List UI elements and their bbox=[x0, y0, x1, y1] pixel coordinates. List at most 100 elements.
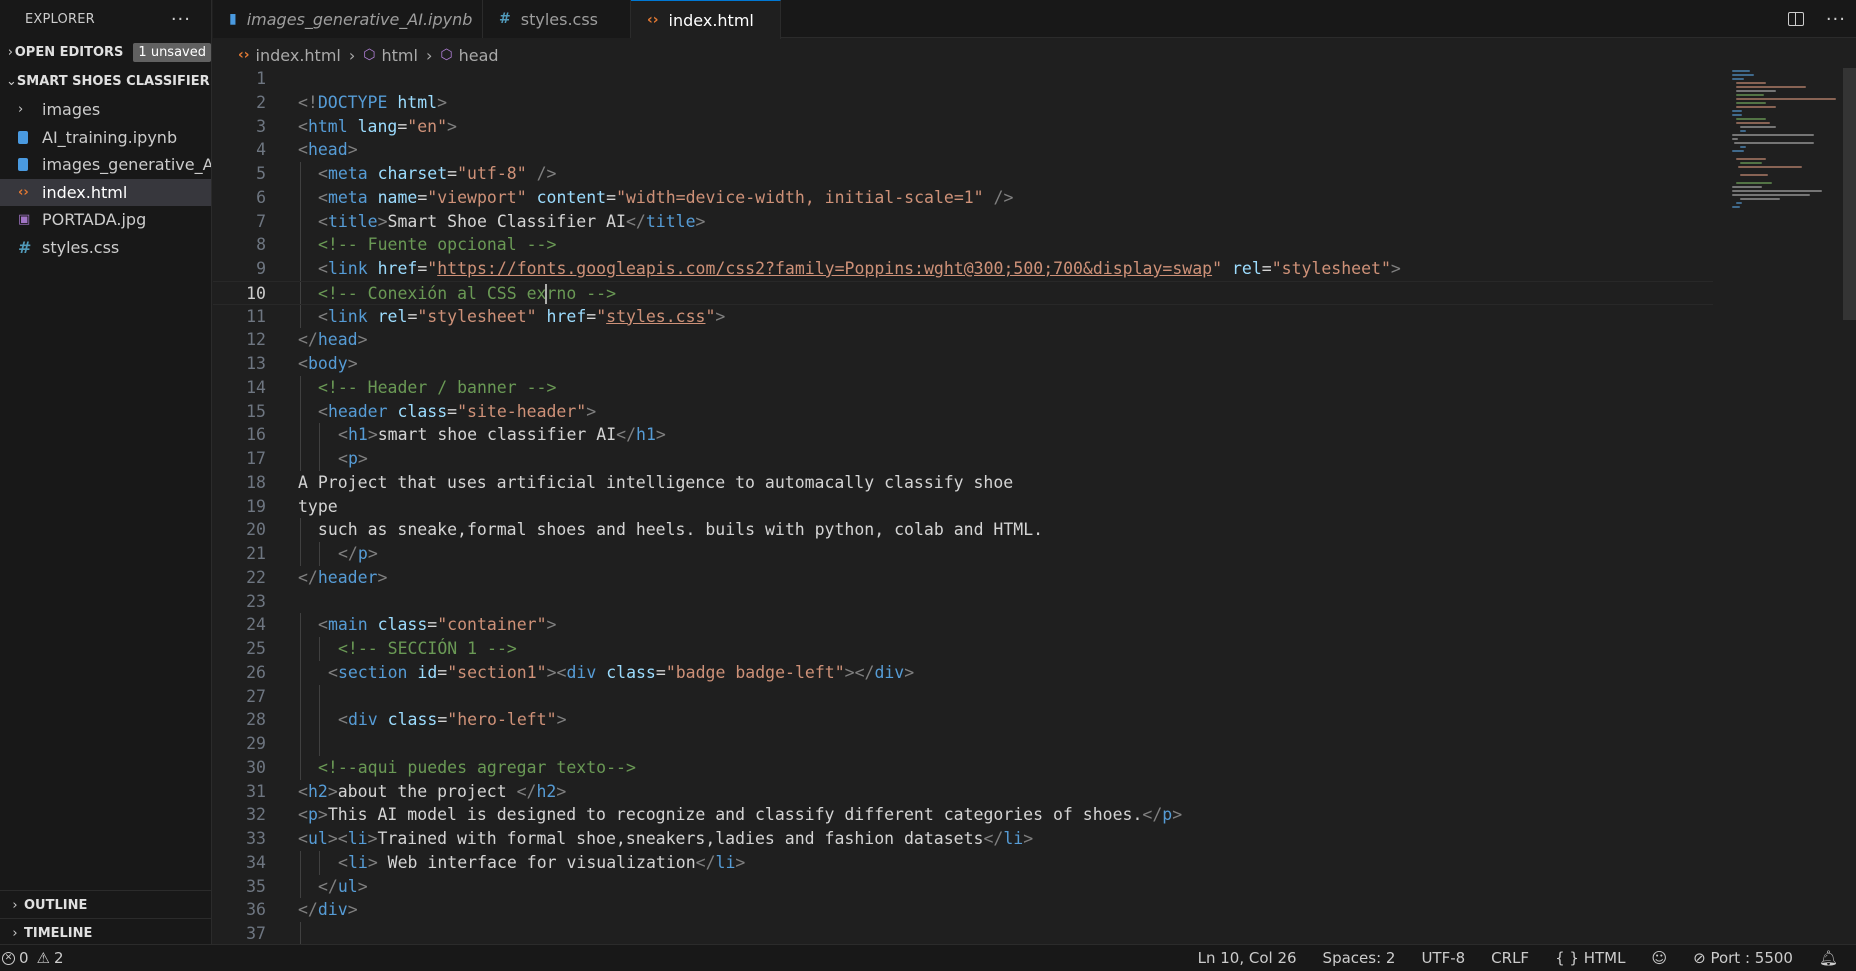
code-text: <body> bbox=[298, 354, 358, 373]
indentation[interactable]: Spaces: 2 bbox=[1323, 949, 1396, 967]
code-text: <link rel="stylesheet" href="styles.css"… bbox=[318, 306, 726, 326]
tree-file-ai-training[interactable]: AI_training.ipynb bbox=[0, 124, 211, 152]
code-line: 29 bbox=[213, 732, 1713, 756]
line-number: 12 bbox=[246, 330, 266, 350]
code-text: </p> bbox=[338, 544, 378, 563]
code-text: </header> bbox=[298, 567, 388, 587]
chevron-right-icon: › bbox=[425, 45, 433, 65]
tree-item-label: images bbox=[42, 100, 101, 120]
code-line: 17 <p> bbox=[213, 447, 1713, 471]
code-text: </div> bbox=[298, 900, 358, 920]
notebook-icon: ▮ bbox=[229, 11, 237, 27]
outline-panel[interactable]: › OUTLINE bbox=[0, 890, 212, 919]
line-number: 5 bbox=[256, 164, 266, 183]
open-editors-section[interactable]: › OPEN EDITORS 1 unsaved bbox=[0, 38, 211, 66]
cursor-position[interactable]: Ln 10, Col 26 bbox=[1198, 949, 1297, 967]
live-server-port[interactable]: ⊘ Port : 5500 bbox=[1693, 949, 1793, 967]
breadcrumb-item-file[interactable]: index.html bbox=[256, 46, 341, 65]
tree-file-images-generative[interactable]: images_generative_AI... bbox=[0, 151, 211, 179]
breadcrumb-item-html[interactable]: html bbox=[382, 46, 418, 65]
tree-folder-images[interactable]: › images bbox=[0, 96, 211, 124]
notebook-icon bbox=[18, 130, 28, 144]
line-number: 17 bbox=[246, 449, 266, 468]
code-line: 11 <link rel="stylesheet" href="styles.cs… bbox=[213, 304, 1713, 329]
timeline-panel[interactable]: › TIMELINE bbox=[0, 918, 212, 947]
tree-file-styles-css[interactable]: # styles.css bbox=[0, 234, 211, 262]
code-line: 22 </header> bbox=[213, 566, 1713, 590]
link-url[interactable]: https://fonts.googleapis.com/css2?family… bbox=[437, 259, 1212, 278]
code-text: <li> Web interface for visualization</li… bbox=[338, 852, 746, 872]
tab-label: images_generative_AI.ipynb bbox=[246, 9, 473, 29]
code-text: <ul><li>Trained with formal shoe,sneaker… bbox=[298, 829, 1034, 848]
more-actions-icon[interactable]: ··· bbox=[1826, 9, 1846, 30]
line-number: 30 bbox=[246, 757, 266, 777]
css-file-icon: # bbox=[18, 237, 32, 257]
code-line: 33 <ul><li>Trained with formal shoe,sneak… bbox=[213, 827, 1713, 851]
line-ending[interactable]: CRLF bbox=[1491, 949, 1529, 967]
notifications-bell-icon[interactable]: 🔔︎ bbox=[1819, 949, 1838, 967]
minimap[interactable] bbox=[1728, 68, 1838, 248]
line-number: 13 bbox=[246, 354, 266, 373]
code-text: <!-- Conexión al CSS exrno --> bbox=[318, 283, 617, 305]
code-text: <!--aqui puedes agregar texto--> bbox=[318, 757, 636, 777]
split-editor-icon[interactable] bbox=[1787, 12, 1804, 26]
code-text: <header class="site-header"> bbox=[318, 401, 597, 421]
code-line: 37 bbox=[213, 922, 1713, 944]
tab-index-html[interactable]: ‹› index.html bbox=[631, 0, 781, 39]
timeline-label: TIMELINE bbox=[24, 925, 93, 941]
code-line: 23 bbox=[213, 590, 1713, 614]
code-line: 31 <h2>about the project </h2> bbox=[213, 780, 1713, 804]
error-count: 0 bbox=[19, 949, 29, 967]
status-bar: ✕ 0 ⚠ 2 Ln 10, Col 26 Spaces: 2 UTF-8 CR… bbox=[0, 944, 1856, 971]
element-icon: ⬡ bbox=[363, 47, 376, 63]
language-mode[interactable]: { } HTML bbox=[1555, 949, 1625, 967]
encoding[interactable]: UTF-8 bbox=[1421, 949, 1465, 967]
line-number: 22 bbox=[246, 567, 266, 587]
element-icon: ⬡ bbox=[440, 47, 453, 63]
code-text: <h2>about the project </h2> bbox=[298, 781, 567, 801]
code-line: 20 such as sneake,formal shoes and heels… bbox=[213, 518, 1713, 542]
problems-indicator[interactable]: ✕ 0 ⚠ 2 bbox=[0, 949, 64, 967]
code-line: 35 </ul> bbox=[213, 874, 1713, 899]
code-text: <head> bbox=[298, 140, 358, 160]
line-number: 7 bbox=[256, 211, 266, 231]
code-line: 18 A Project that uses artificial intelli… bbox=[213, 471, 1713, 495]
code-text: <!-- Header / banner --> bbox=[318, 377, 557, 397]
code-text: <title>Smart Shoe Classifier AI</title> bbox=[318, 211, 706, 231]
project-folder-label: SMART SHOES CLASSIFIER... bbox=[16, 73, 211, 89]
vertical-scrollbar[interactable] bbox=[1843, 68, 1856, 320]
line-number: 32 bbox=[246, 805, 266, 825]
tree-file-index-html[interactable]: ‹› index.html bbox=[0, 178, 211, 206]
line-number: 9 bbox=[256, 259, 266, 278]
line-number: 15 bbox=[246, 401, 266, 421]
line-number: 2 bbox=[256, 92, 266, 112]
tab-images-generative[interactable]: ▮ images_generative_AI.ipynb bbox=[213, 0, 483, 38]
line-number: 19 bbox=[246, 496, 266, 516]
code-line: 12 </head> bbox=[213, 328, 1713, 352]
code-text: <main class="container"> bbox=[318, 615, 557, 635]
code-line: 15 <header class="site-header"> bbox=[213, 399, 1713, 424]
code-line: 36 </div> bbox=[213, 898, 1713, 922]
html-file-icon: ‹› bbox=[238, 47, 250, 63]
code-editor[interactable]: 1 2 <!DOCTYPE html> 3 <html lang="en"> 4 <h… bbox=[213, 67, 1713, 944]
editor-tab-bar: ▮ images_generative_AI.ipynb # styles.cs… bbox=[213, 0, 1856, 39]
copilot-icon[interactable]: ☺ bbox=[1651, 949, 1667, 967]
line-number: 16 bbox=[246, 425, 266, 445]
more-actions-icon[interactable]: ··· bbox=[171, 9, 191, 30]
breadcrumb-item-head[interactable]: head bbox=[459, 46, 499, 65]
project-folder-section[interactable]: ⌄ SMART SHOES CLASSIFIER... bbox=[0, 67, 211, 95]
line-number: 8 bbox=[256, 235, 266, 255]
stylesheet-link[interactable]: styles.css bbox=[606, 307, 705, 326]
tree-file-portada[interactable]: ▣ PORTADA.jpg bbox=[0, 206, 211, 234]
tree-item-label: styles.css bbox=[42, 237, 120, 257]
line-number: 3 bbox=[256, 116, 266, 136]
line-number: 27 bbox=[246, 686, 266, 706]
line-number: 1 bbox=[256, 69, 266, 88]
code-text: <div class="hero-left"> bbox=[338, 710, 567, 730]
code-text: <meta name="viewport" content="width=dev… bbox=[318, 187, 1014, 207]
tab-styles-css[interactable]: # styles.css bbox=[483, 0, 631, 38]
code-text: <p> bbox=[338, 449, 368, 468]
line-number: 18 bbox=[246, 472, 266, 492]
port-label: Port : 5500 bbox=[1710, 949, 1793, 967]
code-text: <meta charset="utf-8" /> bbox=[318, 164, 557, 183]
